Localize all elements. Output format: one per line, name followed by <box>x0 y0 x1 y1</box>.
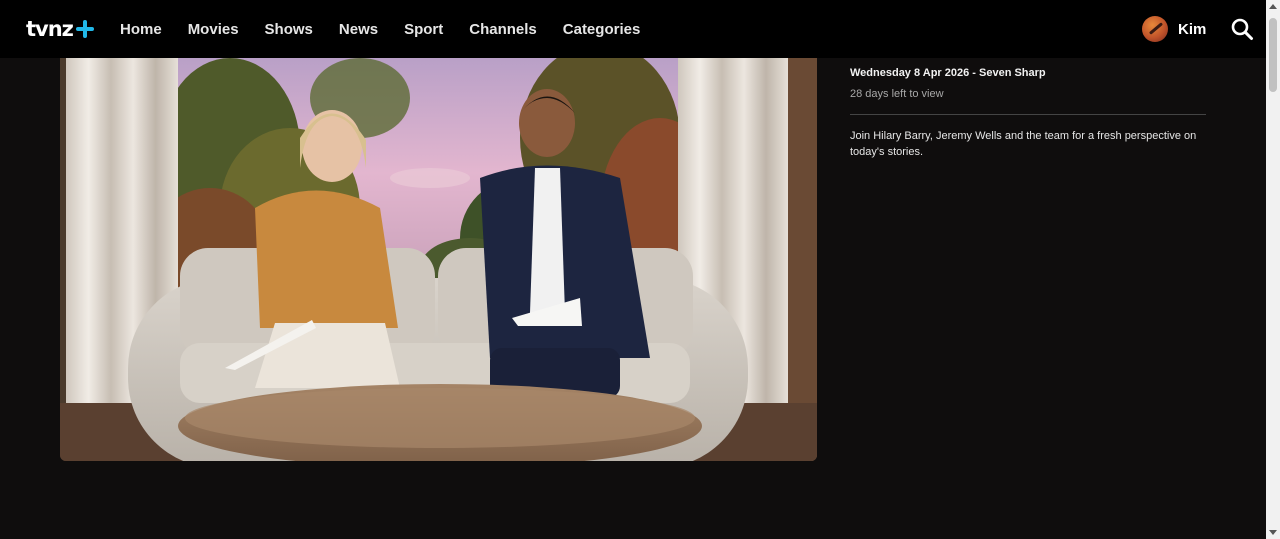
video-player[interactable] <box>60 58 817 461</box>
plus-icon <box>75 19 95 39</box>
episode-availability: 28 days left to view <box>850 88 944 100</box>
logo-text: tvnz <box>26 17 74 41</box>
nav-item-shows[interactable]: Shows <box>265 21 313 38</box>
nav-item-sport[interactable]: Sport <box>404 21 443 38</box>
profile-menu[interactable]: Kim <box>1142 16 1206 42</box>
profile-avatar <box>1142 16 1168 42</box>
scroll-down-arrow-icon[interactable] <box>1269 530 1277 535</box>
profile-name: Kim <box>1178 20 1207 38</box>
tvnz-plus-logo[interactable]: tvnz <box>26 16 95 42</box>
nav-item-movies[interactable]: Movies <box>188 21 239 38</box>
episode-description: Join Hilary Barry, Jeremy Wells and the … <box>850 130 1197 158</box>
divider <box>850 114 1206 115</box>
nav-item-news[interactable]: News <box>339 21 378 38</box>
episode-info: Wednesday 8 Apr 2026 - Seven Sharp 28 da… <box>850 66 1206 160</box>
nav-item-categories[interactable]: Categories <box>563 21 641 38</box>
main-nav: Home Movies Shows News Sport Channels Ca… <box>120 0 666 58</box>
page: tvnz Home Movies Shows News Sport Channe… <box>0 0 1280 539</box>
scroll-thumb[interactable] <box>1269 18 1277 92</box>
episode-title: Wednesday 8 Apr 2026 - Seven Sharp <box>850 67 1046 79</box>
scroll-up-arrow-icon[interactable] <box>1269 4 1277 9</box>
top-nav-bar: tvnz Home Movies Shows News Sport Channe… <box>0 0 1266 58</box>
nav-item-channels[interactable]: Channels <box>469 21 537 38</box>
search-icon <box>1231 18 1253 40</box>
nav-item-home[interactable]: Home <box>120 21 162 38</box>
video-frame <box>60 58 817 461</box>
search-button[interactable] <box>1230 17 1254 41</box>
vertical-scrollbar[interactable] <box>1266 0 1280 539</box>
